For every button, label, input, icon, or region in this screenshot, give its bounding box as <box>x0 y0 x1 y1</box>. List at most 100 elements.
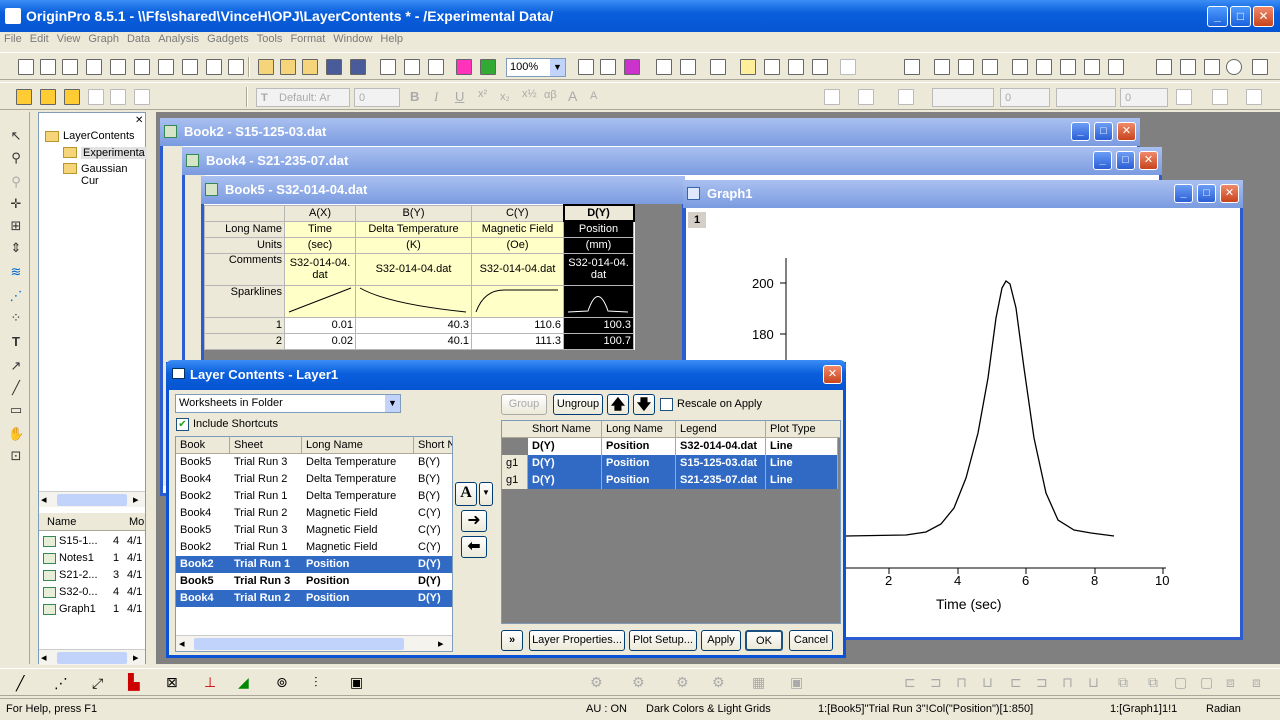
scroll-thumb[interactable] <box>57 652 127 664</box>
cell[interactable]: Position <box>563 220 634 238</box>
layer-properties-button[interactable]: Layer Properties... <box>529 630 625 651</box>
maximize-button[interactable]: □ <box>1116 151 1135 170</box>
area-plot-icon[interactable]: ◢ <box>238 674 249 691</box>
tree-folder-experimental[interactable]: Experimenta <box>81 147 147 159</box>
table-row[interactable]: Book2 Trial Run 1 Delta Temperature B(Y) <box>176 488 452 505</box>
arrow-tool-icon[interactable]: ↗ <box>8 358 24 374</box>
book2-title-bar[interactable]: Book2 - S15-125-03.dat _ □ ✕ <box>160 118 1140 146</box>
menu-format[interactable]: Format <box>286 32 329 46</box>
add-plot-button[interactable]: A <box>455 482 477 506</box>
layout-icon-1[interactable] <box>934 59 950 75</box>
menu-file[interactable]: File <box>0 32 26 46</box>
recalculate-icon[interactable] <box>480 59 496 75</box>
cell[interactable]: (Oe) <box>471 236 564 254</box>
rescale-checkbox[interactable] <box>660 398 673 411</box>
message-log-icon[interactable] <box>812 59 828 75</box>
axis-icon-1[interactable] <box>1012 59 1028 75</box>
sparkline-d[interactable] <box>563 284 634 318</box>
graph1-title-bar[interactable]: Graph1 _ □ ✕ <box>683 180 1243 208</box>
cell[interactable]: Magnetic Field <box>471 220 564 238</box>
save-template-icon[interactable] <box>350 59 366 75</box>
table-row[interactable]: Book5 Trial Run 3 Delta Temperature B(Y) <box>176 454 452 471</box>
close-button[interactable]: ✕ <box>1117 122 1136 141</box>
ungroup-button[interactable]: Ungroup <box>553 394 603 415</box>
table-row[interactable]: Book4 Trial Run 2 Magnetic Field C(Y) <box>176 505 452 522</box>
export-icon[interactable] <box>600 59 616 75</box>
layout-icon-2[interactable] <box>958 59 974 75</box>
column-plot-icon[interactable]: ▙ <box>128 673 140 691</box>
table-row[interactable]: Book2 Trial Run 1 Magnetic Field C(Y) <box>176 539 452 556</box>
device-icon[interactable] <box>1204 59 1220 75</box>
script-window-icon[interactable] <box>764 59 780 75</box>
tree-scrollbar[interactable]: ◂ ▸ <box>39 491 145 507</box>
scroll-right-icon[interactable]: ▸ <box>133 651 139 664</box>
apply-button[interactable]: Apply <box>701 630 741 651</box>
zoom-icon[interactable]: ⚲ <box>8 150 24 166</box>
maximize-button[interactable]: □ <box>1094 122 1113 141</box>
layer-plots-list[interactable]: Short Name Long Name Legend Plot Type D(Y) P… <box>501 420 841 624</box>
draw-data-icon[interactable]: ⁘ <box>8 310 24 326</box>
cell[interactable]: (mm) <box>563 236 634 254</box>
axis-icon-3[interactable] <box>1060 59 1076 75</box>
minimize-button[interactable]: _ <box>1174 184 1193 203</box>
col-plottype[interactable]: Plot Type <box>766 421 838 438</box>
col-modified[interactable]: Mo <box>129 516 144 528</box>
table-row[interactable]: D(Y) Position S32-014-04.dat Line <box>502 438 840 455</box>
move-up-icon[interactable]: 🡅 <box>607 394 629 415</box>
list-item[interactable]: S21-2... 3 4/1 <box>39 567 145 584</box>
chevron-down-icon[interactable]: ▼ <box>385 395 400 412</box>
new-excel-icon[interactable] <box>62 59 78 75</box>
minimize-button[interactable]: _ <box>1093 151 1112 170</box>
new-layout-icon[interactable] <box>182 59 198 75</box>
window-icon[interactable] <box>1180 59 1196 75</box>
print-icon[interactable] <box>578 59 594 75</box>
cell[interactable]: 40.1 <box>355 332 472 350</box>
list-item[interactable]: Graph1 1 4/1 <box>39 601 145 618</box>
maximize-button[interactable]: □ <box>1197 184 1216 203</box>
scroll-right-icon[interactable]: ▸ <box>438 637 444 650</box>
more-button[interactable]: » <box>501 630 523 651</box>
line-tool-icon[interactable]: ╱ <box>8 380 24 396</box>
menu-view[interactable]: View <box>53 32 85 46</box>
book4-title-bar[interactable]: Book4 - S21-235-07.dat _ □ ✕ <box>182 147 1162 175</box>
add-arrow-button[interactable]: ➜ <box>461 510 487 532</box>
include-shortcuts-checkbox[interactable]: ✔ <box>176 418 189 431</box>
ok-button[interactable]: OK <box>745 630 783 651</box>
col-longname[interactable]: Long Name <box>302 437 414 454</box>
cell[interactable]: S32-014-04.dat <box>355 252 472 286</box>
3d-plot-icon[interactable]: ⊠ <box>166 674 178 691</box>
arrange-icon[interactable] <box>904 59 920 75</box>
scroll-left-icon[interactable]: ◂ <box>41 651 47 664</box>
maximize-button[interactable]: □ <box>1230 6 1251 27</box>
new-project-icon[interactable] <box>18 59 34 75</box>
layout-icon-3[interactable] <box>982 59 998 75</box>
new-3d-icon[interactable] <box>158 59 174 75</box>
sparkline-b[interactable] <box>355 284 472 318</box>
col-header-a[interactable]: A(X) <box>284 204 356 222</box>
tree-root[interactable]: LayerContents <box>63 130 135 142</box>
new-script-icon[interactable] <box>228 59 244 75</box>
stock-icon[interactable]: ⫶ <box>314 674 318 691</box>
menu-edit[interactable]: Edit <box>26 32 53 46</box>
screen-reader-icon[interactable]: ✛ <box>8 196 24 212</box>
plot-setup-button[interactable]: Plot Setup... <box>629 630 697 651</box>
cell[interactable]: 0.02 <box>284 332 356 350</box>
menu-window[interactable]: Window <box>329 32 376 46</box>
code-builder-icon[interactable] <box>788 59 804 75</box>
cell[interactable]: Delta Temperature <box>355 220 472 238</box>
axis-icon-5[interactable] <box>1108 59 1124 75</box>
table-row[interactable]: Book2 Trial Run 1 Position D(Y) <box>176 556 452 573</box>
results-log-icon[interactable] <box>740 59 756 75</box>
list-icon[interactable] <box>1156 59 1172 75</box>
region-icon[interactable]: ⋰ <box>8 288 24 304</box>
col-shortname[interactable]: Short Name <box>528 421 602 438</box>
menu-graph[interactable]: Graph <box>84 32 123 46</box>
cell[interactable]: S32-014-04.dat <box>563 252 634 286</box>
cancel-button[interactable]: Cancel <box>789 630 833 651</box>
chevron-down-icon[interactable]: ▼ <box>479 482 493 506</box>
axis-icon-4[interactable] <box>1084 59 1100 75</box>
scroll-thumb[interactable] <box>194 638 404 650</box>
new-matrix-icon[interactable] <box>110 59 126 75</box>
list-scrollbar[interactable]: ◂ ▸ <box>39 649 145 665</box>
row-label-comments[interactable]: Comments <box>204 252 285 286</box>
